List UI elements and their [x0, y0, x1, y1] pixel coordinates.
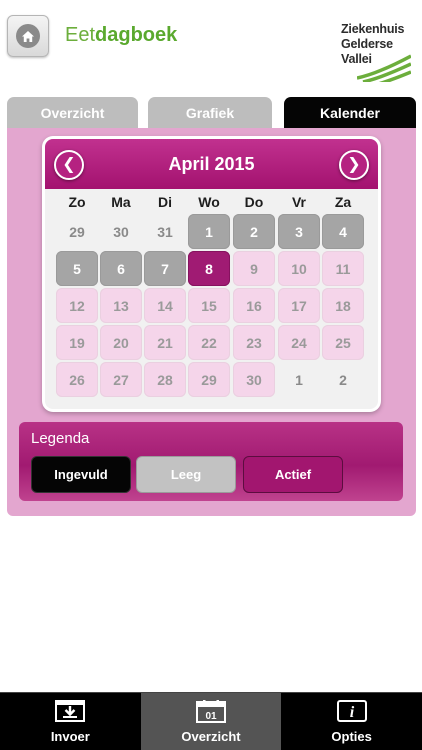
calendar-icon-text: 01 — [205, 711, 217, 722]
calendar-day-other[interactable]: 1 — [278, 362, 320, 397]
bottom-nav: Invoer 01 Overzicht i Opties — [0, 692, 422, 750]
calendar-day-empty[interactable]: 18 — [322, 288, 364, 323]
app-title-bold: dagboek — [95, 24, 178, 46]
weekday-label: Ma — [111, 194, 131, 210]
calendar-day-filled[interactable]: 6 — [100, 251, 142, 286]
calendar-day-empty[interactable]: 20 — [100, 325, 142, 360]
calendar-day-empty[interactable]: 26 — [56, 362, 98, 397]
legend-empty: Leeg — [136, 456, 236, 493]
calendar-day-other[interactable]: 2 — [322, 362, 364, 397]
legend-filled: Ingevuld — [31, 456, 131, 493]
legend-active: Actief — [243, 456, 343, 493]
calendar-header: ❮ April 2015 ❯ — [45, 139, 378, 189]
calendar-day-empty[interactable]: 25 — [322, 325, 364, 360]
calendar-day-empty[interactable]: 19 — [56, 325, 98, 360]
weekday-label: Di — [158, 194, 172, 210]
weekday-label: Do — [244, 194, 264, 210]
calendar-day-empty[interactable]: 29 — [188, 362, 230, 397]
chevron-right-icon: ❯ — [347, 156, 361, 173]
calendar-day-empty[interactable]: 16 — [233, 288, 275, 323]
chevron-left-icon: ❮ — [62, 156, 76, 173]
calendar-day-empty[interactable]: 11 — [322, 251, 364, 286]
calendar-day-empty[interactable]: 30 — [233, 362, 275, 397]
calendar-day-empty[interactable]: 14 — [144, 288, 186, 323]
hospital-logo: Ziekenhuis Gelderse Vallei — [341, 22, 413, 82]
calendar-day-filled[interactable]: 1 — [188, 214, 230, 249]
nav-overzicht-label: Overzicht — [181, 729, 241, 744]
calendar-day-empty[interactable]: 9 — [233, 251, 275, 286]
app-title: Eetdagboek — [65, 24, 177, 47]
logo-waves-icon — [357, 54, 411, 82]
calendar-day-filled[interactable]: 2 — [233, 214, 275, 249]
calendar-day-empty[interactable]: 15 — [188, 288, 230, 323]
home-button[interactable] — [7, 15, 49, 57]
calendar: ❮ April 2015 ❯ Zo Ma Di Wo Do Vr Za 29 30 31 1 2 3 4… — [45, 139, 378, 409]
logo-line-1: Ziekenhuis — [341, 22, 405, 36]
nav-opties[interactable]: i Opties — [281, 693, 422, 750]
tab-overzicht[interactable]: Overzicht — [7, 97, 138, 129]
download-tray-icon — [55, 700, 86, 722]
prev-month-button[interactable]: ❮ — [54, 150, 84, 180]
legend: Legenda Ingevuld Leeg Actief — [19, 422, 403, 501]
weekday-label: Vr — [291, 194, 306, 210]
calendar-day-empty[interactable]: 23 — [233, 325, 275, 360]
view-tabs: Overzicht Grafiek Kalender — [7, 97, 416, 129]
calendar-day-filled[interactable]: 4 — [322, 214, 364, 249]
calendar-day-empty[interactable]: 17 — [278, 288, 320, 323]
tab-kalender[interactable]: Kalender — [284, 97, 416, 129]
calendar-day-empty[interactable]: 28 — [144, 362, 186, 397]
calendar-day-filled[interactable]: 5 — [56, 251, 98, 286]
weekday-label: Wo — [198, 194, 220, 210]
tab-grafiek[interactable]: Grafiek — [148, 97, 272, 129]
info-icon-text: i — [349, 704, 354, 721]
legend-title: Legenda — [31, 430, 90, 447]
calendar-day-empty[interactable]: 21 — [144, 325, 186, 360]
info-icon: i — [336, 700, 367, 722]
home-icon — [16, 24, 40, 48]
app-title-prefix: Eet — [65, 24, 96, 46]
month-title: April 2015 — [168, 153, 255, 174]
calendar-day-empty[interactable]: 13 — [100, 288, 142, 323]
calendar-day-other[interactable]: 30 — [100, 214, 142, 249]
weekday-label: Za — [334, 194, 352, 210]
nav-invoer-label: Invoer — [50, 729, 90, 744]
logo-line-2: Gelderse — [341, 37, 393, 51]
calendar-day-filled[interactable]: 7 — [144, 251, 186, 286]
nav-opties-label: Opties — [331, 729, 372, 744]
nav-overzicht[interactable]: 01 Overzicht — [140, 693, 282, 750]
calendar-day-empty[interactable]: 24 — [278, 325, 320, 360]
calendar-icon: 01 — [195, 700, 226, 723]
calendar-day-empty[interactable]: 22 — [188, 325, 230, 360]
calendar-day-active[interactable]: 8 — [188, 251, 230, 286]
calendar-day-other[interactable]: 31 — [144, 214, 186, 249]
calendar-day-other[interactable]: 29 — [56, 214, 98, 249]
weekday-label: Zo — [68, 194, 86, 210]
nav-invoer[interactable]: Invoer — [0, 693, 141, 750]
calendar-day-filled[interactable]: 3 — [278, 214, 320, 249]
app-header: Eetdagboek Ziekenhuis Gelderse Vallei — [0, 0, 422, 96]
calendar-day-empty[interactable]: 10 — [278, 251, 320, 286]
calendar-day-empty[interactable]: 12 — [56, 288, 98, 323]
calendar-day-empty[interactable]: 27 — [100, 362, 142, 397]
next-month-button[interactable]: ❯ — [339, 150, 369, 180]
